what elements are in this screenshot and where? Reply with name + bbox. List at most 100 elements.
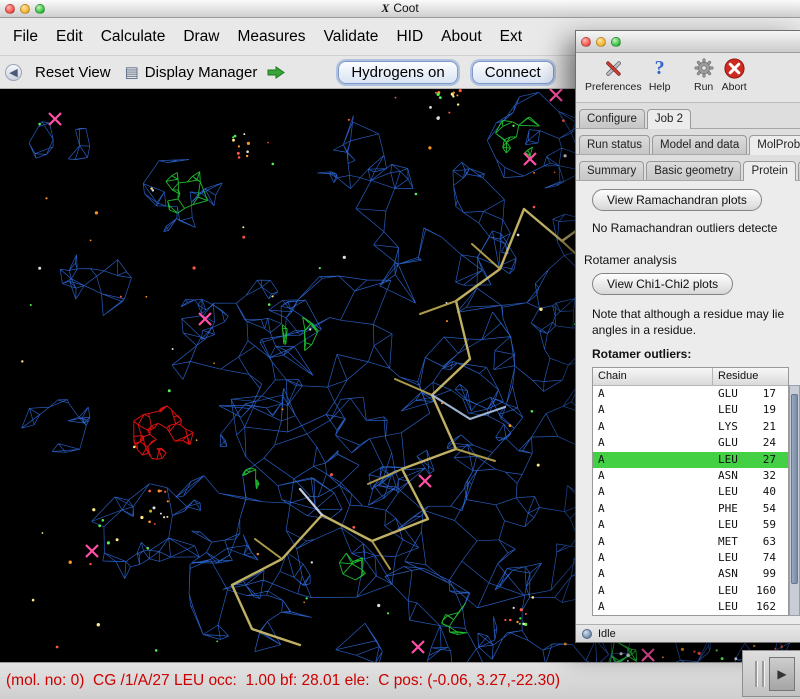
chain-cell: A xyxy=(593,566,713,582)
dialog-tabs: ConfigureJob 2 xyxy=(576,103,800,129)
chain-cell: A xyxy=(593,484,713,500)
table-scrollbar-thumb[interactable] xyxy=(791,394,798,584)
table-row[interactable]: APHE54 xyxy=(593,501,788,517)
x11-icon: X xyxy=(381,1,389,15)
table-row[interactable]: AASN99 xyxy=(593,566,788,582)
chain-cell: A xyxy=(593,402,713,418)
chain-cell: A xyxy=(593,452,713,468)
validation-tabs: Run statusModel and dataMolProbit xyxy=(576,129,800,155)
help-button[interactable]: ? Help xyxy=(648,56,672,93)
display-manager-button[interactable]: ▤ Display Manager xyxy=(120,63,263,81)
preferences-button[interactable]: Preferences xyxy=(585,56,642,93)
table-row[interactable]: AMET63 xyxy=(593,534,788,550)
tab-job-2[interactable]: Job 2 xyxy=(647,109,691,129)
dialog-minimize-button[interactable] xyxy=(596,37,606,47)
table-row[interactable]: ALEU40 xyxy=(593,484,788,500)
table-row[interactable]: ALEU59 xyxy=(593,517,788,533)
table-row[interactable]: AGLU24 xyxy=(593,435,788,451)
table-row[interactable]: ALEU160 xyxy=(593,583,788,599)
table-row[interactable]: ALYS21 xyxy=(593,419,788,435)
menu-hid[interactable]: HID xyxy=(387,28,432,46)
hydrogens-toggle-button[interactable]: Hydrogens on xyxy=(338,61,457,84)
preferences-tools-icon xyxy=(601,56,625,80)
rotamer-outliers-label: Rotamer outliers: xyxy=(592,347,800,361)
residue-cell: LEU59 xyxy=(713,517,788,533)
tab-run-status[interactable]: Run status xyxy=(579,135,650,154)
chain-cell: A xyxy=(593,435,713,451)
undo-view-icon[interactable]: ◀ xyxy=(5,64,22,81)
dialog-status-text: Idle xyxy=(598,628,616,640)
go-arrow-icon[interactable] xyxy=(266,66,286,79)
chain-cell: A xyxy=(593,386,713,402)
drawer-grip[interactable] xyxy=(755,661,757,687)
menu-ext[interactable]: Ext xyxy=(491,28,531,46)
table-row[interactable]: AGLU17 xyxy=(593,386,788,402)
display-manager-icon: ▤ xyxy=(125,63,139,81)
menu-measures[interactable]: Measures xyxy=(229,28,315,46)
protein-tab-content: View Ramachandran plots No Ramachandran … xyxy=(576,181,800,624)
residue-cell: LEU27 xyxy=(713,452,788,468)
run-button[interactable]: Run xyxy=(692,56,716,93)
residue-cell: LEU19 xyxy=(713,402,788,418)
tab-summary[interactable]: Summary xyxy=(579,161,644,180)
tab-configure[interactable]: Configure xyxy=(579,109,645,128)
table-scrollbar[interactable] xyxy=(789,385,800,616)
section-tabs: SummaryBasic geometryProteinC xyxy=(576,155,800,181)
ramachandran-status-text: No Ramachandran outliers detecte xyxy=(592,221,800,235)
tab-molprobit[interactable]: MolProbit xyxy=(749,135,800,155)
drawer-grip[interactable] xyxy=(762,661,764,687)
dialog-titlebar xyxy=(576,31,800,53)
rotamer-outliers-table: Chain Residue AGLU17ALEU19ALYS21AGLU24AL… xyxy=(592,367,800,616)
tab-protein[interactable]: Protein xyxy=(743,161,795,181)
residue-cell: LEU160 xyxy=(713,583,788,599)
dialog-close-button[interactable] xyxy=(581,37,591,47)
drawer-expand-button[interactable]: ▶ xyxy=(769,657,795,691)
residue-cell: PHE54 xyxy=(713,501,788,517)
chain-cell: A xyxy=(593,501,713,517)
residue-cell: LEU162 xyxy=(713,599,788,615)
close-button[interactable] xyxy=(5,4,15,14)
dialog-toolbar: Preferences ? Help Run xyxy=(576,53,800,103)
main-statusbar: (mol. no: 0) CG /1/A/27 LEU occ: 1.00 bf… xyxy=(0,662,800,699)
chain-cell: A xyxy=(593,550,713,566)
table-row[interactable]: ALEU19 xyxy=(593,402,788,418)
menu-edit[interactable]: Edit xyxy=(47,28,92,46)
menu-validate[interactable]: Validate xyxy=(315,28,388,46)
table-row[interactable]: ALEU162 xyxy=(593,599,788,615)
menu-calculate[interactable]: Calculate xyxy=(92,28,175,46)
menu-file[interactable]: File xyxy=(4,28,47,46)
right-arrow-icon: ▶ xyxy=(777,667,786,681)
dialog-window-controls xyxy=(576,37,621,47)
minimize-button[interactable] xyxy=(20,4,30,14)
menu-draw[interactable]: Draw xyxy=(174,28,228,46)
residue-cell: MET63 xyxy=(713,534,788,550)
zoom-button[interactable] xyxy=(35,4,45,14)
tab-model-and-data[interactable]: Model and data xyxy=(652,135,747,154)
abort-button[interactable]: Abort xyxy=(722,56,747,93)
connect-button[interactable]: Connect xyxy=(472,61,554,84)
chain-column-header[interactable]: Chain xyxy=(593,368,713,386)
menu-about[interactable]: About xyxy=(432,28,491,46)
table-header-row: Chain Residue xyxy=(593,368,788,386)
chain-cell: A xyxy=(593,419,713,435)
tab-basic-geometry[interactable]: Basic geometry xyxy=(646,161,741,180)
help-question-icon: ? xyxy=(648,56,672,80)
residue-cell: LYS21 xyxy=(713,419,788,435)
rotamer-analysis-label: Rotamer analysis xyxy=(584,253,800,267)
main-window-controls xyxy=(0,4,45,14)
table-row[interactable]: ALEU74 xyxy=(593,550,788,566)
main-titlebar: XCoot xyxy=(0,0,800,18)
view-ramachandran-plots-button[interactable]: View Ramachandran plots xyxy=(592,189,762,211)
table-row[interactable]: ALEU27 xyxy=(593,452,788,468)
chain-cell: A xyxy=(593,468,713,484)
reset-view-button[interactable]: Reset View xyxy=(30,64,116,81)
dialog-zoom-button[interactable] xyxy=(611,37,621,47)
run-gear-icon xyxy=(692,56,716,80)
molprobity-dialog: Preferences ? Help Run xyxy=(575,30,800,643)
chain-cell: A xyxy=(593,517,713,533)
residue-column-header[interactable]: Residue xyxy=(713,368,788,386)
view-chi1-chi2-plots-button[interactable]: View Chi1-Chi2 plots xyxy=(592,273,733,295)
atom-status-text: (mol. no: 0) CG /1/A/27 LEU occ: 1.00 bf… xyxy=(6,672,560,690)
chain-cell: A xyxy=(593,534,713,550)
table-row[interactable]: AASN32 xyxy=(593,468,788,484)
